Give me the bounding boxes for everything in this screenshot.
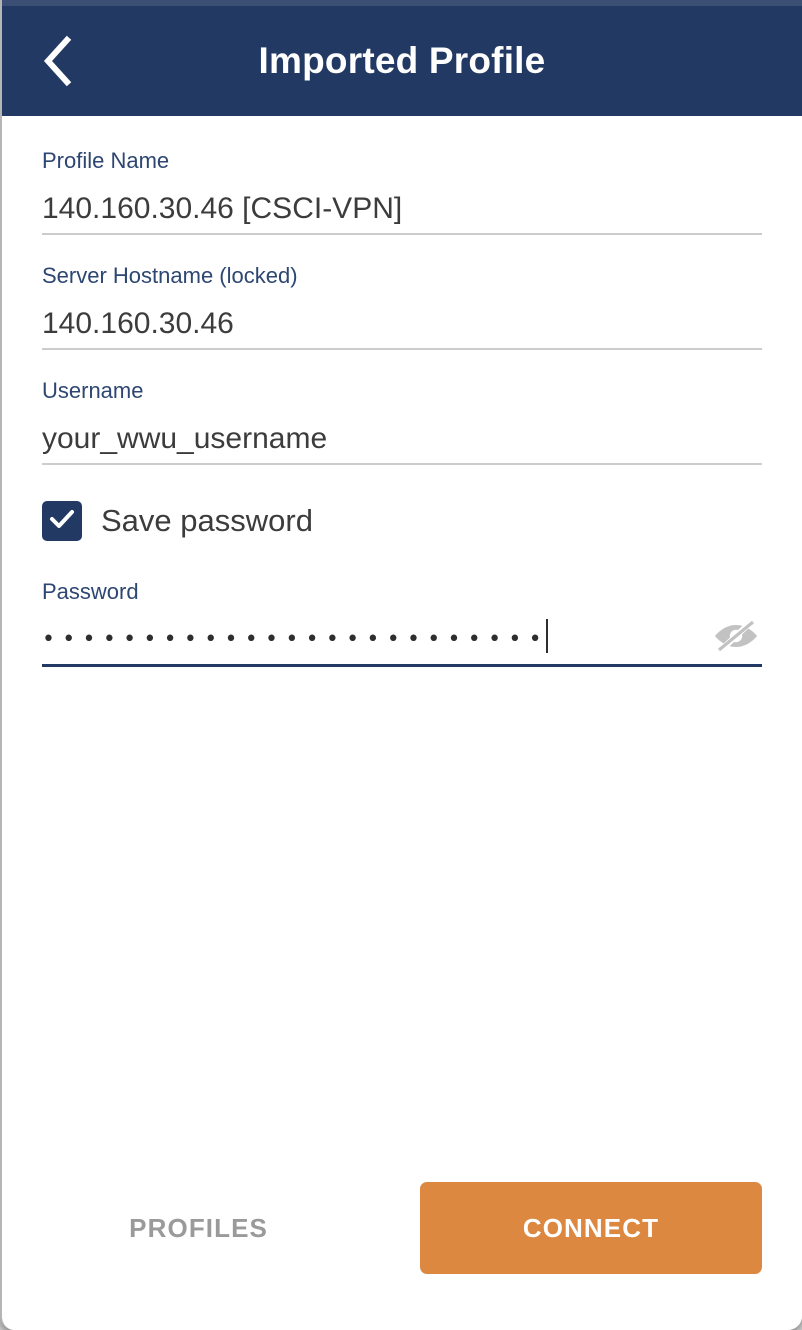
- chevron-left-icon: [41, 35, 75, 87]
- back-button[interactable]: [24, 27, 92, 95]
- connect-button[interactable]: CONNECT: [420, 1182, 762, 1274]
- text-caret: [545, 619, 548, 653]
- password-underline: [42, 664, 762, 667]
- checkmark-icon: [48, 505, 76, 538]
- vpn-client-window: Imported Profile Profile Name 140.160.30…: [0, 0, 802, 1330]
- checkbox-box: [42, 501, 82, 541]
- field-label-username: Username: [42, 378, 144, 403]
- server-hostname-underline: [42, 348, 762, 350]
- field-label-password: Password: [42, 579, 139, 604]
- password-dots: •••••••••••••••••••••••••: [42, 627, 549, 652]
- field-username: Username your_wwu_username: [42, 376, 762, 465]
- server-hostname-input[interactable]: 140.160.30.46: [42, 298, 762, 346]
- app-header: Imported Profile: [2, 6, 802, 116]
- username-underline: [42, 463, 762, 465]
- password-visibility-toggle[interactable]: [710, 618, 762, 658]
- username-input[interactable]: your_wwu_username: [42, 413, 762, 461]
- eye-slash-icon: [713, 619, 759, 658]
- save-password-checkbox[interactable]: Save password: [42, 501, 313, 541]
- profile-name-input[interactable]: 140.160.30.46 [CSCI-VPN]: [42, 183, 762, 231]
- field-label-server-hostname: Server Hostname (locked): [42, 263, 298, 288]
- profile-name-underline: [42, 233, 762, 235]
- field-label-profile-name: Profile Name: [42, 148, 170, 173]
- server-hostname-value: 140.160.30.46: [42, 307, 234, 340]
- save-password-label: Save password: [101, 503, 313, 538]
- username-value: your_wwu_username: [42, 422, 328, 455]
- password-value-masked: •••••••••••••••••••••••••: [42, 615, 762, 662]
- field-password: Password •••••••••••••••••••••••••: [42, 577, 762, 667]
- page-title: Imported Profile: [258, 40, 546, 81]
- profiles-button[interactable]: PROFILES: [119, 1195, 278, 1262]
- field-server-hostname: Server Hostname (locked) 140.160.30.46: [42, 261, 762, 350]
- profile-name-value: 140.160.30.46 [CSCI-VPN]: [42, 192, 403, 225]
- footer-actions: PROFILES CONNECT: [42, 1182, 762, 1274]
- password-input[interactable]: •••••••••••••••••••••••••: [42, 614, 762, 662]
- profile-form: Profile Name 140.160.30.46 [CSCI-VPN] Se…: [2, 116, 802, 1330]
- field-profile-name: Profile Name 140.160.30.46 [CSCI-VPN]: [42, 146, 762, 235]
